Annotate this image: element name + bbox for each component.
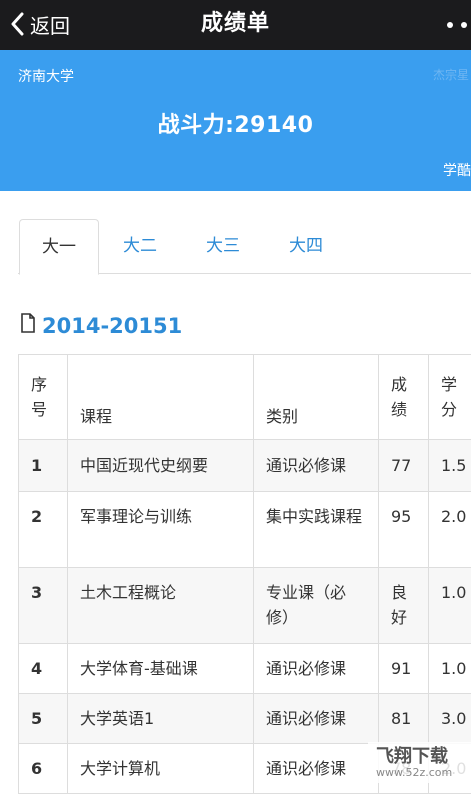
cell-course: 大学体育-基础课 <box>68 644 254 694</box>
cell-course: 大学英语1 <box>68 694 254 744</box>
grade-table: 序号 课程 类别 成绩 学分 1 中国近现代史纲要 通识必修课 77 1.5 2… <box>18 354 471 794</box>
cell-seq: 4 <box>19 644 68 694</box>
cell-course: 中国近现代史纲要 <box>68 440 254 492</box>
tab-year-4[interactable]: 大四 <box>266 219 346 274</box>
table-row: 2 军事理论与训练 集中实践课程 95 2.0 <box>19 492 471 568</box>
profile-banner: 济南大学 杰宗星 战斗力:29140 学酷 <box>0 50 471 191</box>
table-row: 4 大学体育-基础课 通识必修课 91 1.0 <box>19 644 471 694</box>
cell-score: 81 <box>379 694 429 744</box>
cell-score: 77 <box>379 440 429 492</box>
cell-credit: 3.0 <box>429 694 471 744</box>
cell-score: 91 <box>379 644 429 694</box>
banner-faded-name: 杰宗星 <box>433 66 469 83</box>
cell-course: 军事理论与训练 <box>68 492 254 568</box>
cell-credit: 1.0 <box>429 644 471 694</box>
cell-seq: 3 <box>19 568 68 644</box>
site-watermark: 飞翔下载 www.52z.com <box>368 742 471 783</box>
watermark-title: 飞翔下载 <box>376 742 448 768</box>
table-row: 5 大学英语1 通识必修课 81 3.0 <box>19 694 471 744</box>
banner-faded-label: 学酷 <box>443 160 471 180</box>
cell-category: 通识必修课 <box>254 694 379 744</box>
document-icon <box>20 313 42 338</box>
tab-year-1[interactable]: 大一 <box>19 219 99 275</box>
header-credit: 学分 <box>429 355 471 440</box>
cell-seq: 5 <box>19 694 68 744</box>
cell-credit: 1.0 <box>429 568 471 644</box>
cell-category: 集中实践课程 <box>254 492 379 568</box>
term-heading: 2014-20151 <box>20 313 182 338</box>
watermark-url: www.52z.com <box>376 766 452 779</box>
cell-seq: 1 <box>19 440 68 492</box>
table-row: 3 土木工程概论 专业课（必修） 良好 1.0 <box>19 568 471 644</box>
cell-category: 专业课（必修） <box>254 568 379 644</box>
cell-course: 大学计算机 <box>68 744 254 794</box>
header-seq: 序号 <box>19 355 68 440</box>
cell-course: 土木工程概论 <box>68 568 254 644</box>
page-title: 成绩单 <box>0 0 471 50</box>
power-score: 战斗力:29140 <box>0 107 471 139</box>
header-course: 课程 <box>68 355 254 440</box>
more-menu-icon[interactable] <box>447 22 467 30</box>
cell-category: 通识必修课 <box>254 744 379 794</box>
cell-seq: 6 <box>19 744 68 794</box>
cell-credit: 2.0 <box>429 492 471 568</box>
cell-category: 通识必修课 <box>254 440 379 492</box>
table-row: 1 中国近现代史纲要 通识必修课 77 1.5 <box>19 440 471 492</box>
nav-bar: 返回 成绩单 <box>0 0 471 50</box>
tab-year-2[interactable]: 大二 <box>100 219 180 274</box>
term-label: 2014-20151 <box>42 314 182 338</box>
header-score: 成绩 <box>379 355 429 440</box>
table-header-row: 序号 课程 类别 成绩 学分 <box>19 355 471 440</box>
year-tabs: 大一 大二 大三 大四 <box>0 219 471 274</box>
tab-year-3[interactable]: 大三 <box>183 219 263 274</box>
cell-score: 95 <box>379 492 429 568</box>
cell-credit: 1.5 <box>429 440 471 492</box>
cell-score: 良好 <box>379 568 429 644</box>
cell-category: 通识必修课 <box>254 644 379 694</box>
school-name: 济南大学 <box>18 66 74 86</box>
header-category: 类别 <box>254 355 379 440</box>
cell-seq: 2 <box>19 492 68 568</box>
